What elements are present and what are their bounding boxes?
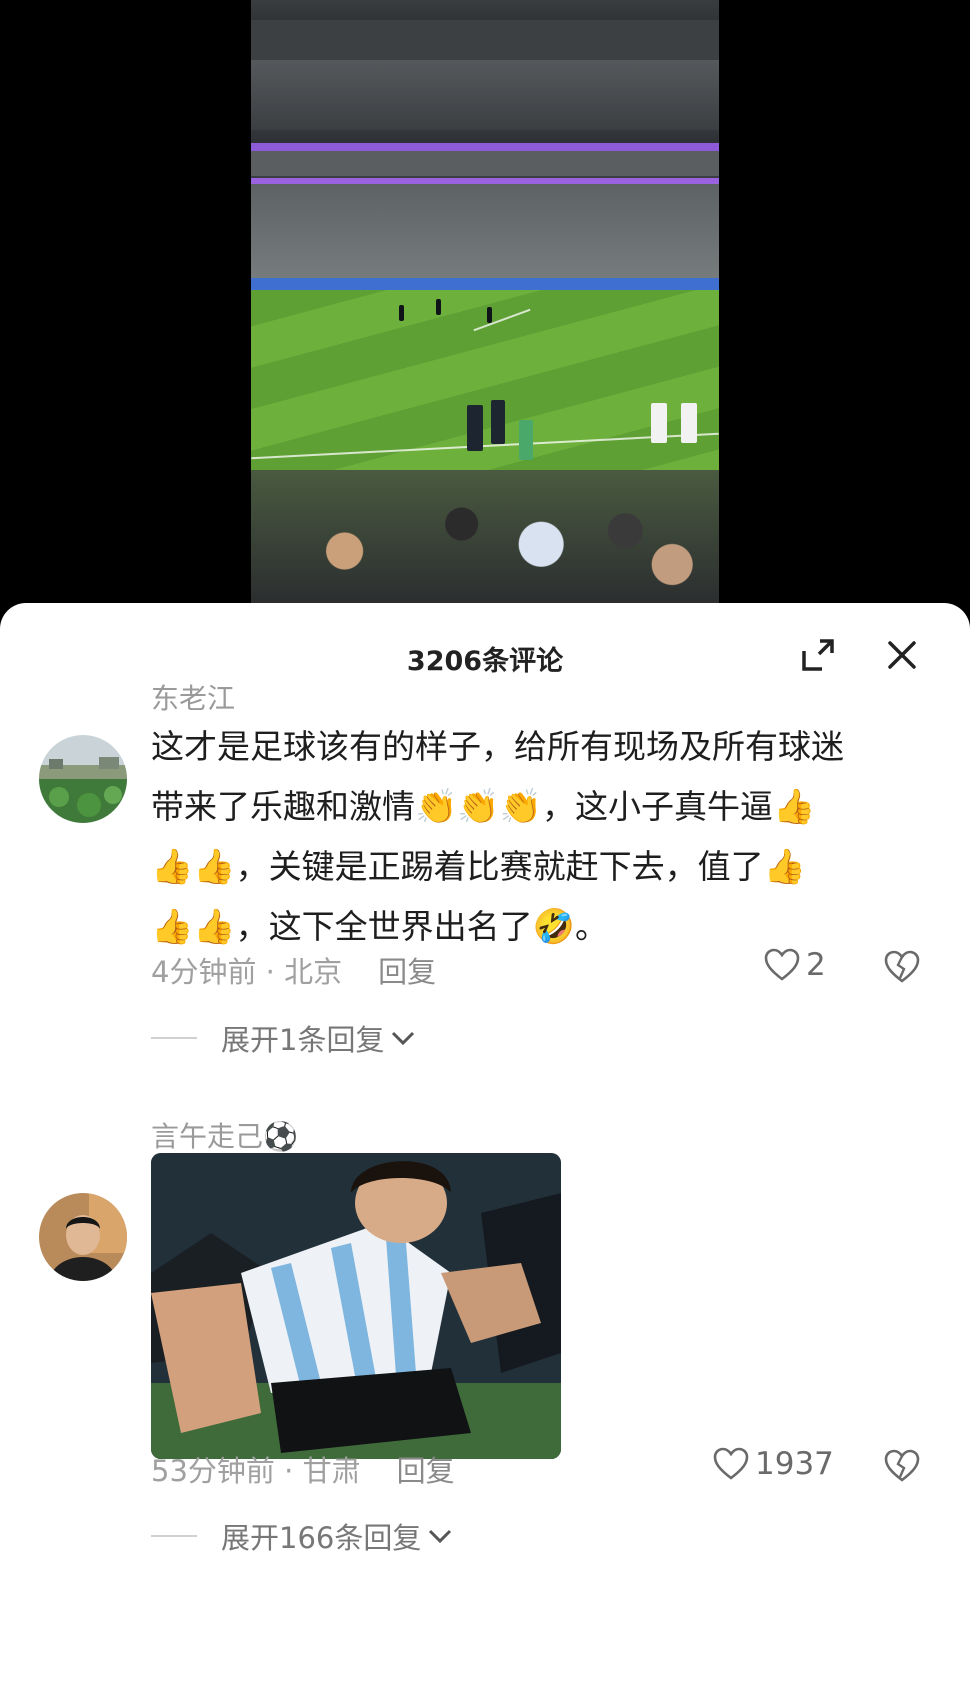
broken-heart-icon[interactable] [884, 949, 920, 985]
expand-replies[interactable]: 展开166条回复 [151, 1515, 453, 1557]
comment-meta: 53分钟前 · 甘肃 回复 [151, 1448, 455, 1490]
divider-dash [151, 1535, 197, 1537]
video-frame[interactable] [251, 0, 719, 605]
chevron-down-icon [429, 1529, 452, 1544]
expand-replies[interactable]: 展开1条回复 [151, 1017, 416, 1059]
clapping-emoji: 👏👏👏 [415, 787, 543, 827]
like-button[interactable]: 2 [764, 947, 826, 983]
comment-text: 这才是足球该有的样子，给所有现场及所有球迷 带来了乐趣和激情👏👏👏，这小子真牛逼… [151, 717, 931, 957]
divider-dash [151, 1037, 197, 1039]
comment-location: 北京 [284, 955, 343, 989]
comment-meta: 4分钟前 · 北京 回复 [151, 949, 436, 991]
comment-location: 甘肃 [302, 1454, 361, 1488]
comment-text-segment: ，这下全世界出名了 [235, 907, 533, 946]
comment-text-segment: 。 [575, 907, 609, 946]
avatar[interactable] [39, 1193, 127, 1281]
meta-separator: · [274, 1454, 303, 1488]
comment-image[interactable] [151, 1153, 561, 1459]
reply-button[interactable]: 回复 [378, 955, 436, 989]
thumbs-up-emoji: 👍 [773, 787, 816, 827]
like-count: 1937 [755, 1446, 834, 1482]
like-count: 2 [806, 947, 826, 983]
comment-text-segment: 带来了乐趣和激情 [151, 787, 415, 826]
video-player[interactable] [0, 0, 970, 605]
like-button[interactable]: 1937 [713, 1446, 834, 1482]
comment-time: 4分钟前 [151, 955, 257, 989]
comment-text-segment: ，这小子真牛逼 [542, 787, 774, 826]
thumbs-up-emoji: 👍👍 [151, 907, 236, 947]
expand-replies-label: 展开166条回复 [221, 1521, 422, 1555]
expand-icon[interactable] [800, 637, 836, 673]
reply-button[interactable]: 回复 [397, 1454, 455, 1488]
broken-heart-icon[interactable] [884, 1448, 920, 1484]
avatar[interactable] [39, 735, 127, 823]
comment-text-segment: ，关键是正踢着比赛就赶下去，值了 [235, 847, 764, 886]
expand-replies-label: 展开1条回复 [221, 1023, 385, 1057]
comment-text-segment: 这才是足球该有的样子，给所有现场及所有球迷 [151, 727, 844, 766]
chevron-down-icon [392, 1031, 415, 1046]
meta-separator: · [256, 955, 285, 989]
heart-icon [713, 1447, 749, 1480]
rofl-emoji: 🤣 [532, 907, 576, 947]
comment-time: 53分钟前 [151, 1454, 275, 1488]
close-icon[interactable] [884, 637, 920, 673]
thumbs-up-emoji: 👍 [763, 847, 807, 887]
ad-board [251, 278, 719, 290]
crowd [251, 470, 719, 605]
heart-icon [764, 948, 800, 981]
comment-sheet: 3206条评论 东老江 这才是足球该有的样子，给所有现场及所有球迷 带来了乐趣和… [0, 603, 970, 1707]
comment-username[interactable]: 东老江 [151, 677, 235, 717]
comment-username[interactable]: 言午走己⚽ [151, 1115, 298, 1155]
thumbs-up-emoji: 👍👍 [151, 847, 236, 887]
